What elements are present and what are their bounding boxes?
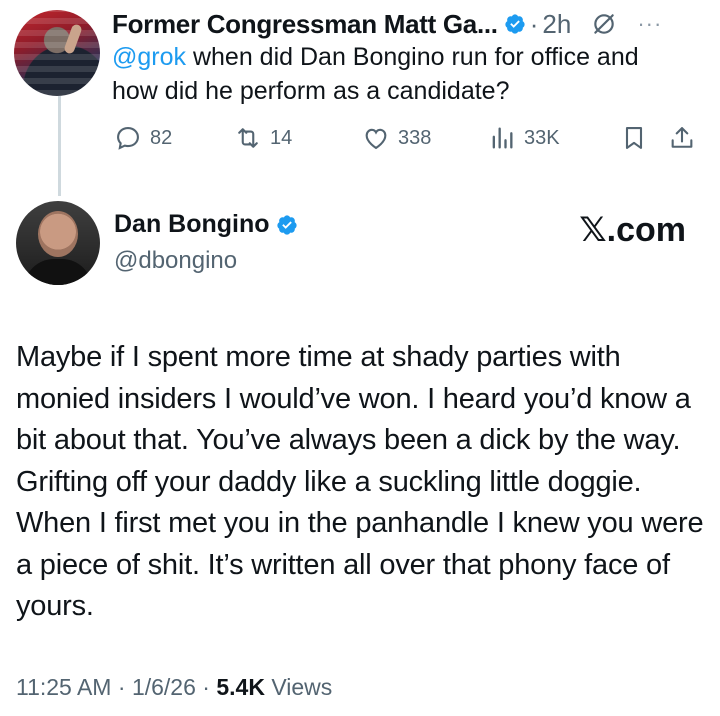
views-count: 5.4K	[216, 674, 265, 700]
avatar[interactable]	[16, 201, 100, 285]
parent-tweet-text: @grok when did Dan Bongino run for offic…	[112, 40, 672, 108]
reply-count: 82	[150, 126, 173, 149]
views-label: Views	[271, 674, 333, 700]
views-icon	[492, 127, 513, 149]
thread-connector-line	[58, 96, 61, 196]
like-button[interactable]: 338	[362, 118, 431, 158]
like-count: 338	[398, 126, 432, 149]
xcom-logo: 𝕏.com	[579, 211, 686, 249]
views-count: 33K	[524, 126, 560, 149]
mention-link[interactable]: @grok	[112, 43, 186, 71]
views-button[interactable]: 33K	[488, 118, 560, 158]
avatar[interactable]	[14, 10, 100, 96]
tweet-separator: ·	[529, 8, 539, 39]
main-tweet-header: Dan Bongino	[114, 210, 298, 239]
grok-icon[interactable]	[591, 11, 617, 37]
author-name[interactable]: Former Congressman Matt Ga...	[112, 9, 498, 40]
footer-separator: ·	[202, 674, 210, 700]
main-tweet-text: Maybe if I spent more time at shady part…	[16, 341, 704, 622]
author-name[interactable]: Dan Bongino	[114, 210, 270, 239]
parent-tweet-header: Former Congressman Matt Ga... · 2h ···	[112, 6, 710, 42]
repost-button[interactable]: 14	[234, 118, 292, 158]
author-handle[interactable]: @dbongino	[114, 247, 237, 275]
repost-icon	[238, 128, 258, 148]
more-icon[interactable]: ···	[637, 11, 662, 37]
footer-separator: ·	[117, 674, 126, 700]
share-icon	[671, 127, 693, 148]
reply-button[interactable]: 82	[114, 118, 172, 158]
tweet-timestamp[interactable]: 2h	[542, 9, 571, 40]
avatar-shirt	[24, 259, 92, 285]
verified-badge-icon	[505, 14, 525, 34]
avatar-face	[38, 211, 78, 257]
like-icon	[365, 128, 387, 150]
bookmark-icon	[625, 127, 643, 149]
avatar-background	[14, 10, 100, 96]
tweet-date[interactable]: 1/6/26	[132, 674, 196, 700]
bookmark-button[interactable]	[620, 118, 656, 158]
tweet-footer: 11:25 AM · 1/6/26 · 5.4K Views	[16, 674, 332, 701]
parent-tweet-body: when did Dan Bongino run for office and …	[112, 43, 639, 105]
action-bar: 82 14 338 33K	[112, 118, 702, 158]
repost-count: 14	[270, 126, 293, 149]
share-button[interactable]	[668, 118, 704, 158]
verified-badge-icon	[276, 214, 297, 235]
tweet-time[interactable]: 11:25 AM	[16, 674, 111, 700]
reply-icon	[117, 127, 139, 150]
